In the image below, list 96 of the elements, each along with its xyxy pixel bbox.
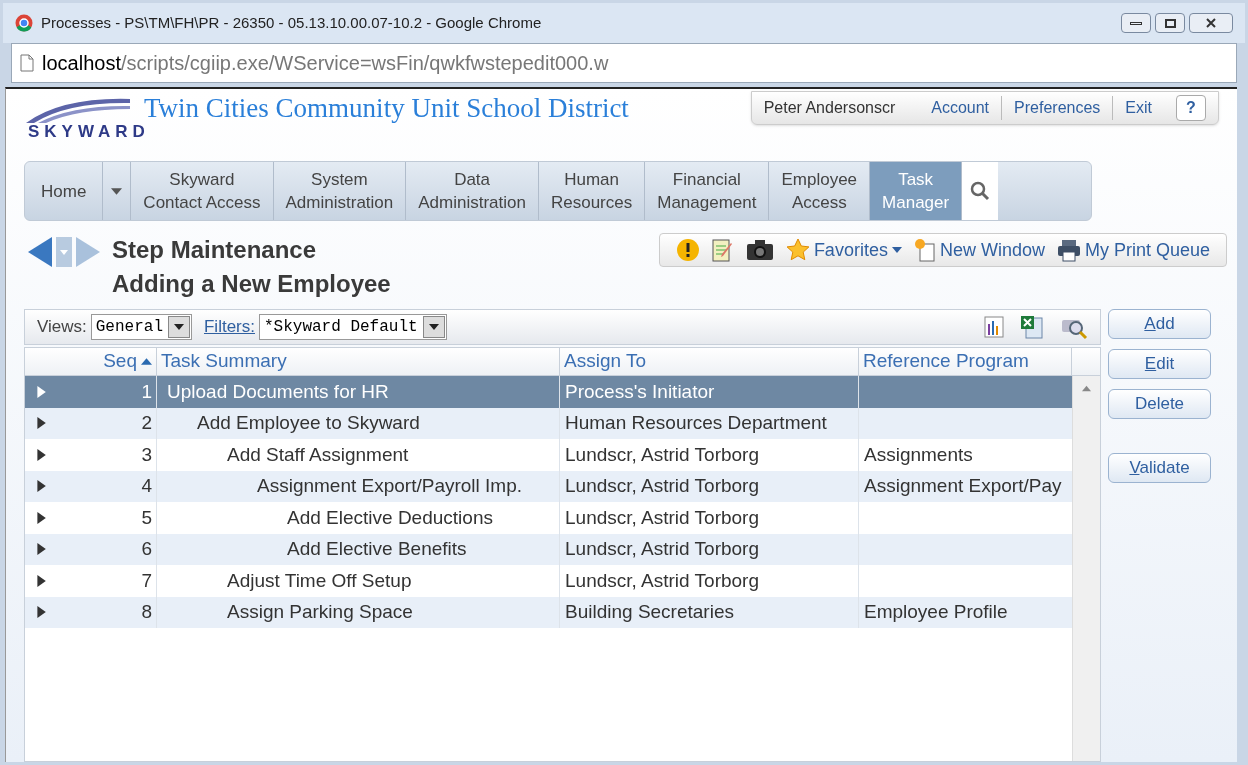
expand-arrow-icon bbox=[35, 543, 47, 556]
expand-arrow-icon bbox=[35, 511, 47, 524]
seq-cell-text: 8 bbox=[141, 600, 153, 624]
expand-arrow-icon bbox=[35, 448, 47, 461]
expand-arrow-icon bbox=[35, 480, 47, 493]
nav-tab[interactable]: System Administration bbox=[273, 162, 407, 220]
task-summary-cell-text: Add Elective Benefits bbox=[287, 537, 467, 561]
action-button[interactable]: Edit bbox=[1108, 349, 1211, 379]
expand-arrow-icon bbox=[35, 574, 47, 587]
views-label: Views: bbox=[37, 316, 87, 339]
scroll-up-icon bbox=[1082, 384, 1091, 393]
reference-program-cell-text: Assignments bbox=[864, 442, 973, 467]
camera-icon[interactable] bbox=[745, 239, 774, 261]
favorites-button[interactable]: Favorites bbox=[785, 236, 902, 264]
caret-icon bbox=[891, 245, 902, 255]
views-dropdown[interactable]: General bbox=[90, 314, 192, 340]
seq-cell-text: 4 bbox=[141, 474, 153, 498]
assign-to-cell-text: Human Resources Department bbox=[565, 411, 827, 435]
caret-icon bbox=[428, 322, 439, 332]
assign-to-cell-text: Process's Initiator bbox=[565, 379, 715, 404]
sort-up-icon bbox=[141, 356, 152, 367]
nav-tab[interactable]: Human Resources bbox=[538, 162, 646, 220]
minimize-button[interactable] bbox=[1121, 13, 1151, 33]
maximize-button[interactable] bbox=[1155, 13, 1185, 33]
user-name: Peter Andersonscr bbox=[763, 98, 897, 118]
browser-logo-icon bbox=[15, 14, 33, 32]
header-link[interactable]: Account bbox=[919, 96, 1003, 120]
seq-cell-text: 3 bbox=[141, 442, 153, 467]
table-row[interactable]: 1 Upload Documents for HR Process's Initiator bbox=[25, 376, 1072, 408]
close-button[interactable] bbox=[1189, 13, 1233, 33]
close-icon bbox=[1206, 18, 1216, 28]
task-summary-cell-text: Add Elective Deductions bbox=[287, 505, 493, 530]
column-header[interactable]: Task Summary bbox=[157, 348, 560, 375]
task-summary-cell-text: Assignment Export/Payroll Imp. bbox=[257, 474, 523, 498]
alert-icon[interactable] bbox=[675, 238, 700, 262]
caret-icon bbox=[111, 185, 123, 197]
new-window-button[interactable]: New Window bbox=[913, 236, 1045, 264]
new-window-icon bbox=[913, 238, 936, 262]
expand-arrow-icon bbox=[35, 606, 47, 619]
header-link[interactable]: Exit bbox=[1113, 96, 1164, 120]
table-row[interactable]: 8 Assign Parking Space Building Secretaries Employee Profile bbox=[25, 596, 1072, 628]
assign-to-cell-text: Lundscr, Astrid Torborg bbox=[565, 505, 759, 530]
assign-to-cell-text: Lundscr, Astrid Torborg bbox=[565, 442, 759, 467]
search-icon[interactable] bbox=[970, 181, 991, 201]
task-summary-cell-text: Assign Parking Space bbox=[227, 600, 413, 624]
header-link[interactable]: Preferences bbox=[1002, 96, 1114, 120]
table-row[interactable]: 2 Add Employee to Skyward Human Resources Department bbox=[25, 407, 1072, 439]
scrollbar[interactable] bbox=[1072, 376, 1100, 761]
assign-to-cell-text: Lundscr, Astrid Torborg bbox=[565, 474, 759, 498]
column-header[interactable]: Reference Program bbox=[859, 348, 1072, 375]
task-summary-cell-text: Add Employee to Skyward bbox=[197, 411, 420, 435]
assign-to-cell-text: Building Secretaries bbox=[565, 600, 734, 624]
district-name: Twin Cities Community Unit School District bbox=[144, 95, 629, 122]
back-arrow-icon[interactable] bbox=[28, 237, 52, 267]
seq-cell-text: 2 bbox=[141, 411, 153, 435]
seq-cell-text: 6 bbox=[141, 537, 153, 561]
spreadsheet-icon[interactable] bbox=[1020, 315, 1044, 339]
notepad-icon[interactable] bbox=[711, 238, 734, 262]
task-summary-cell-text: Adjust Time Off Setup bbox=[227, 568, 412, 593]
filter-dropdown[interactable]: *Skyward Default bbox=[259, 314, 447, 340]
window-title: Processes - PS\TM\FH\PR - 26350 - 05.13.10.00.07-10.2 - Google Chrome bbox=[41, 12, 542, 33]
column-header[interactable]: Assign To bbox=[560, 348, 859, 375]
action-button[interactable]: Validate bbox=[1108, 453, 1211, 483]
nav-tab[interactable]: Skyward Contact Access bbox=[131, 162, 274, 220]
reference-program-cell-text: Assignment Export/Pay bbox=[864, 474, 1062, 498]
home-tab[interactable]: Home bbox=[25, 162, 104, 220]
assign-to-cell-text: Lundscr, Astrid Torborg bbox=[565, 568, 759, 593]
expand-arrow-icon bbox=[35, 417, 47, 430]
caret-icon bbox=[174, 322, 184, 332]
print-queue-button[interactable]: My Print Queue bbox=[1056, 236, 1210, 264]
help-button[interactable]: ? bbox=[1176, 95, 1206, 121]
assign-to-cell-text: Lundscr, Astrid Torborg bbox=[565, 537, 759, 561]
page-title: Adding a New Employee bbox=[112, 269, 391, 299]
task-summary-cell-text: Add Staff Assignment bbox=[227, 442, 409, 467]
seq-cell-text: 1 bbox=[141, 379, 153, 404]
action-button[interactable]: Add bbox=[1108, 309, 1211, 339]
bar-chart-icon[interactable] bbox=[984, 316, 1004, 338]
task-summary-cell-text: Upload Documents for HR bbox=[167, 379, 389, 404]
filters-link[interactable]: Filters: bbox=[204, 314, 255, 340]
url-text: localhost/scripts/cgiip.exe/WService=wsFin/qwkfwstepedit000.w bbox=[42, 51, 609, 76]
page-title: Step Maintenance bbox=[112, 235, 318, 265]
column-header[interactable]: Seq bbox=[25, 348, 157, 375]
action-button[interactable]: Delete bbox=[1108, 389, 1211, 419]
logo-text: SKYWARD bbox=[27, 123, 151, 140]
expand-arrow-icon bbox=[35, 385, 47, 398]
seq-cell-text: 5 bbox=[141, 505, 153, 530]
nav-tab[interactable]: Financial Management bbox=[645, 162, 770, 220]
page-icon bbox=[20, 54, 34, 72]
printer-icon bbox=[1056, 238, 1081, 262]
nav-tab[interactable]: Data Administration bbox=[406, 162, 539, 220]
star-icon bbox=[785, 238, 810, 262]
table-row[interactable]: 6 Add Elective Benefits Lundscr, Astrid Torborg bbox=[25, 533, 1072, 565]
address-bar[interactable]: localhost/scripts/cgiip.exe/WService=wsFin/qwkfwstepedit000.w bbox=[11, 43, 1237, 83]
table-row[interactable]: 4 Assignment Export/Payroll Imp. Lundscr, Astrid Torborg Assignment Export/Pay bbox=[25, 470, 1072, 502]
reference-program-cell-text: Employee Profile bbox=[864, 600, 1008, 624]
seq-cell-text: 7 bbox=[141, 568, 153, 593]
